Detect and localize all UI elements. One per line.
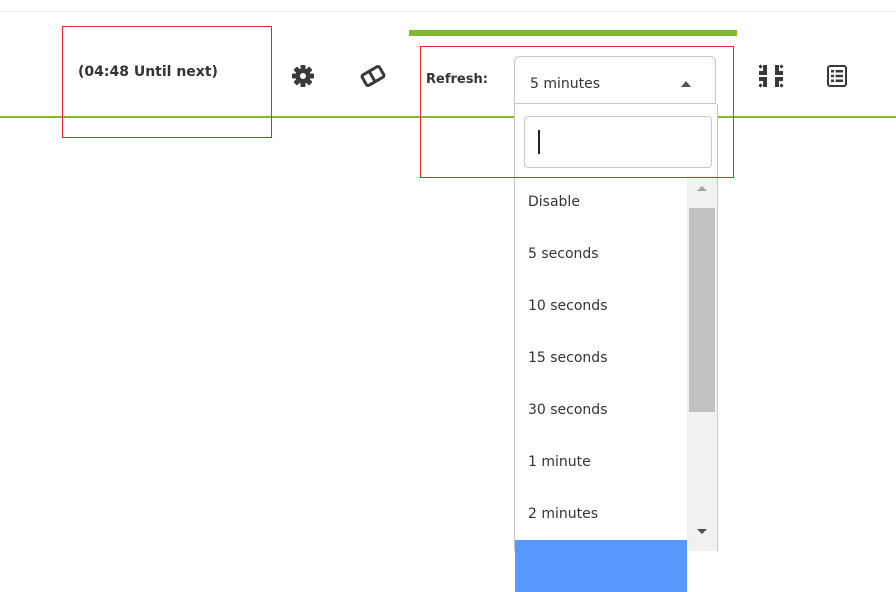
top-divider bbox=[0, 11, 896, 12]
refresh-option-10-seconds[interactable]: 10 seconds bbox=[515, 280, 687, 332]
refresh-interval-select[interactable]: 5 minutes bbox=[514, 56, 716, 104]
refresh-option-highlighted[interactable] bbox=[515, 540, 687, 592]
compress-arrows-icon[interactable] bbox=[757, 62, 785, 90]
countdown-highlight-box bbox=[62, 26, 272, 138]
gear-icon[interactable] bbox=[289, 62, 317, 90]
refresh-progress-bar bbox=[409, 30, 737, 36]
scroll-down-arrow-icon[interactable] bbox=[697, 529, 707, 534]
text-cursor bbox=[538, 130, 540, 154]
refresh-option-disable[interactable]: Disable bbox=[515, 176, 687, 228]
refresh-option-1-minute[interactable]: 1 minute bbox=[515, 436, 687, 488]
refresh-progress-fill bbox=[409, 30, 737, 36]
refresh-selected-value: 5 minutes bbox=[530, 76, 601, 92]
toolbar-underline bbox=[0, 116, 896, 118]
chevron-up-icon[interactable] bbox=[681, 81, 691, 87]
refresh-search-input[interactable] bbox=[524, 116, 712, 168]
refresh-option-2-minutes[interactable]: 2 minutes bbox=[515, 488, 687, 540]
refresh-option-15-seconds[interactable]: 15 seconds bbox=[515, 332, 687, 384]
table-icon[interactable] bbox=[823, 62, 851, 90]
refresh-countdown: (04:48 Until next) bbox=[78, 64, 218, 80]
refresh-dropdown: Disable 5 seconds 10 seconds 15 seconds … bbox=[514, 104, 718, 592]
dropdown-scrollbar[interactable] bbox=[687, 176, 717, 551]
scroll-thumb[interactable] bbox=[689, 208, 715, 412]
refresh-option-5-seconds[interactable]: 5 seconds bbox=[515, 228, 687, 280]
refresh-label: Refresh: bbox=[426, 72, 488, 87]
eraser-icon[interactable] bbox=[359, 62, 387, 90]
refresh-options-list: Disable 5 seconds 10 seconds 15 seconds … bbox=[515, 176, 687, 592]
refresh-option-30-seconds[interactable]: 30 seconds bbox=[515, 384, 687, 436]
scroll-up-arrow-icon[interactable] bbox=[697, 186, 707, 191]
